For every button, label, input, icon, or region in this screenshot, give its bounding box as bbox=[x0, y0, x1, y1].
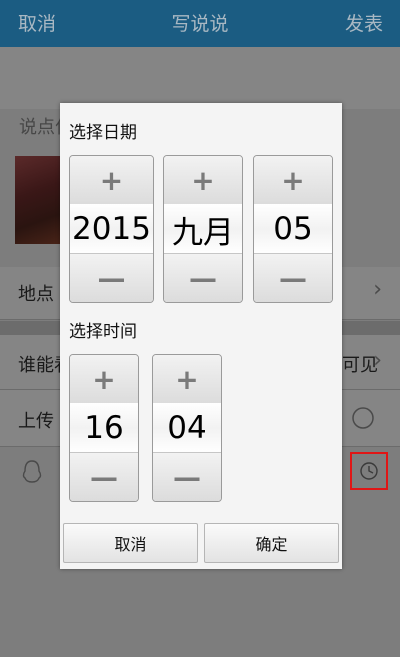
top-bar: 取消 写说说 发表 bbox=[0, 0, 400, 47]
minute-spinner: + 04 — bbox=[152, 354, 222, 502]
upload-label: 上传 bbox=[18, 411, 54, 432]
day-spinner: + 05 — bbox=[253, 155, 333, 303]
hour-decrement-button[interactable]: — bbox=[70, 452, 138, 501]
hour-increment-button[interactable]: + bbox=[70, 355, 138, 404]
minute-decrement-button[interactable]: — bbox=[153, 452, 221, 501]
minute-increment-button[interactable]: + bbox=[153, 355, 221, 404]
dialog-cancel-button[interactable]: 取消 bbox=[63, 523, 198, 563]
year-increment-button[interactable]: + bbox=[70, 156, 153, 205]
attached-photo-thumbnail[interactable] bbox=[15, 156, 65, 244]
month-decrement-button[interactable]: — bbox=[164, 253, 242, 302]
dialog-ok-button[interactable]: 确定 bbox=[204, 523, 339, 563]
clock-icon bbox=[360, 462, 378, 480]
day-increment-button[interactable]: + bbox=[254, 156, 332, 205]
chevron-right-icon: › bbox=[373, 348, 382, 373]
date-section-title: 选择日期 bbox=[69, 123, 137, 143]
location-label: 地点 bbox=[18, 284, 54, 305]
chevron-right-icon: › bbox=[373, 277, 382, 302]
month-increment-button[interactable]: + bbox=[164, 156, 242, 205]
post-text-area[interactable]: 说点什么吧... bbox=[0, 47, 400, 138]
month-spinner: + 九月 — bbox=[163, 155, 243, 303]
year-value: 2015 bbox=[70, 204, 153, 254]
minute-value: 04 bbox=[153, 403, 221, 453]
post-button[interactable]: 发表 bbox=[345, 9, 383, 36]
hour-value: 16 bbox=[70, 403, 138, 453]
hour-spinner: + 16 — bbox=[69, 354, 139, 502]
datetime-picker-dialog: 选择日期 + 2015 — + 九月 — + 05 — 选择时间 + 16 — … bbox=[60, 103, 342, 569]
day-decrement-button[interactable]: — bbox=[254, 253, 332, 302]
year-decrement-button[interactable]: — bbox=[70, 253, 153, 302]
schedule-button[interactable] bbox=[350, 452, 388, 490]
day-value: 05 bbox=[254, 204, 332, 254]
qq-penguin-icon[interactable] bbox=[20, 459, 44, 485]
radio-icon[interactable] bbox=[351, 406, 375, 430]
time-section-title: 选择时间 bbox=[69, 322, 137, 342]
month-value: 九月 bbox=[164, 204, 242, 254]
page-title: 写说说 bbox=[171, 13, 229, 35]
year-spinner: + 2015 — bbox=[69, 155, 154, 303]
